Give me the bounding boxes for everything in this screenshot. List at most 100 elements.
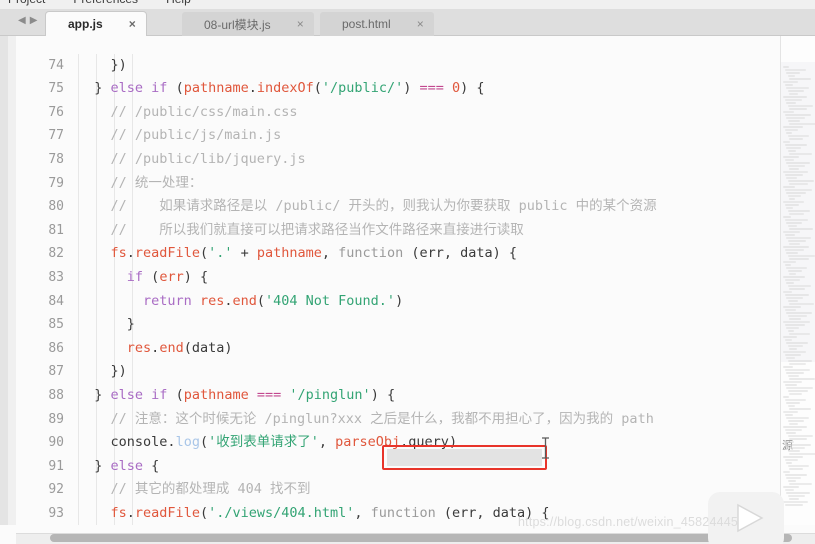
menu-item-help[interactable]: Help bbox=[162, 0, 195, 6]
code-line[interactable]: 77 // /public/js/main.js bbox=[16, 124, 780, 148]
line-text: }) bbox=[78, 360, 127, 384]
minimap-line bbox=[784, 309, 796, 311]
minimap-line bbox=[783, 411, 798, 413]
code-token: . bbox=[126, 504, 135, 521]
code-token: '/public/' bbox=[321, 80, 404, 97]
tab-nav-arrows[interactable]: ◀▶ bbox=[18, 15, 41, 26]
code-line[interactable]: 84 return res.end('404 Not Found.') bbox=[16, 289, 780, 314]
menu-item-project[interactable]: Project bbox=[4, 0, 49, 6]
line-text: } else { bbox=[78, 455, 159, 479]
code-token: ( bbox=[199, 245, 209, 262]
close-icon[interactable]: × bbox=[417, 18, 424, 30]
minimap-line bbox=[787, 150, 796, 152]
code-token: '/pinglun' bbox=[289, 386, 371, 403]
editor-left-edge bbox=[0, 36, 8, 525]
minimap-line bbox=[787, 105, 813, 107]
minimap-line bbox=[786, 192, 807, 194]
minimap-line bbox=[787, 255, 815, 257]
minimap-line bbox=[787, 120, 800, 122]
minimap-line bbox=[783, 336, 797, 338]
code-line[interactable]: 74 }) bbox=[16, 53, 780, 78]
code-line[interactable]: 88 } else if (pathname === '/pinglun') { bbox=[16, 383, 780, 408]
minimap-line bbox=[787, 90, 804, 92]
horizontal-scrollbar-thumb[interactable] bbox=[50, 534, 792, 542]
minimap-line bbox=[786, 252, 799, 254]
triangle-left-icon[interactable]: ◀ bbox=[18, 15, 30, 26]
minimap-line bbox=[784, 474, 807, 476]
code-line[interactable]: 83 if (err) { bbox=[16, 265, 780, 290]
minimap-line bbox=[783, 381, 802, 383]
code-minimap[interactable]: 源 bbox=[780, 36, 815, 525]
minimap-line bbox=[786, 342, 809, 344]
minimap-line bbox=[787, 210, 810, 212]
code-token: 0 bbox=[452, 80, 461, 97]
tab-label: post.html bbox=[342, 17, 391, 31]
minimap-line bbox=[784, 279, 800, 281]
minimap-line bbox=[786, 312, 813, 314]
code-line[interactable]: 92 // 其它的都处理成 404 找不到 bbox=[16, 478, 780, 502]
minimap-line bbox=[783, 126, 803, 128]
line-number: 93 bbox=[48, 505, 64, 521]
code-token: console bbox=[110, 434, 168, 451]
tab-app-js[interactable]: app.js × bbox=[46, 12, 146, 36]
triangle-right-icon[interactable]: ▶ bbox=[30, 15, 42, 26]
line-number: 88 bbox=[48, 387, 64, 403]
tab-post-html[interactable]: post.html × bbox=[320, 12, 434, 36]
line-number: 85 bbox=[48, 317, 64, 333]
line-number: 87 bbox=[48, 364, 64, 380]
code-line[interactable]: 80 // 如果请求路径是以 /public/ 开头的，则我认为你要获取 pub… bbox=[16, 195, 780, 219]
minimap-line bbox=[783, 186, 795, 188]
code-token: '收到表单请求了' bbox=[208, 434, 319, 451]
code-token: err bbox=[159, 268, 184, 285]
tab-08-url-module-js[interactable]: 08-url模块.js × bbox=[182, 12, 314, 36]
vertical-scrollbar-track[interactable] bbox=[8, 36, 24, 525]
code-token: . bbox=[248, 80, 257, 97]
code-token: // /public/lib/jquery.js bbox=[78, 150, 306, 167]
minimap-line bbox=[784, 69, 806, 71]
code-line[interactable]: 76 // /public/css/main.css bbox=[16, 100, 780, 125]
line-number: 92 bbox=[48, 482, 64, 498]
code-line[interactable]: 82 fs.readFile('.' + pathname, function … bbox=[16, 242, 780, 266]
code-text-area[interactable]: 74 }) 75 } else if (pathname.indexOf('/pu… bbox=[16, 36, 780, 525]
code-line[interactable]: 87 }) bbox=[16, 360, 780, 384]
minimap-line bbox=[789, 168, 800, 170]
line-text: } else if (pathname.indexOf('/public/') … bbox=[78, 77, 484, 101]
menu-bar: Project Preferences Help bbox=[0, 0, 815, 9]
minimap-viewport[interactable] bbox=[781, 62, 815, 362]
code-token: log bbox=[175, 434, 200, 451]
minimap-line bbox=[783, 396, 789, 398]
indent-guide bbox=[132, 53, 133, 78]
minimap-line bbox=[786, 132, 793, 134]
minimap-line bbox=[786, 222, 803, 224]
code-token: ( bbox=[313, 80, 322, 97]
minimap-line bbox=[789, 483, 813, 485]
code-line[interactable]: 86 res.end(data) bbox=[16, 336, 780, 361]
code-line[interactable]: 79 // 统一处理： bbox=[16, 171, 780, 196]
line-text: // 注意：这个时候无论 /pinglun?xxx 之后是什么，我都不用担心了，… bbox=[78, 408, 654, 432]
code-token: // 统一处理： bbox=[78, 174, 203, 191]
close-icon[interactable]: × bbox=[129, 18, 136, 30]
code-token: else bbox=[110, 80, 144, 97]
code-line[interactable]: 75 } else if (pathname.indexOf('/public/… bbox=[16, 77, 780, 101]
code-line[interactable]: 81 // 所以我们就直接可以把请求路径当作文件路径来直接进行读取 bbox=[16, 218, 780, 243]
minimap-line bbox=[783, 261, 796, 263]
minimap-line bbox=[784, 129, 798, 131]
code-line[interactable]: 89 // 注意：这个时候无论 /pinglun?xxx 之后是什么，我都不用担… bbox=[16, 407, 780, 432]
minimap-line bbox=[784, 489, 794, 491]
menu-item-preferences[interactable]: Preferences bbox=[69, 0, 142, 6]
minimap-line bbox=[789, 438, 808, 440]
code-line[interactable]: 78 // /public/lib/jquery.js bbox=[16, 147, 780, 172]
code-line[interactable]: 85 } bbox=[16, 313, 780, 337]
code-token: parseObj bbox=[335, 434, 401, 451]
minimap-line bbox=[783, 426, 807, 428]
close-icon[interactable]: × bbox=[297, 18, 304, 30]
horizontal-scrollbar-track[interactable] bbox=[16, 533, 815, 544]
code-token: return bbox=[143, 292, 192, 309]
minimap-line bbox=[789, 273, 797, 275]
code-token: }) bbox=[78, 363, 127, 380]
indent-guide bbox=[132, 360, 133, 384]
